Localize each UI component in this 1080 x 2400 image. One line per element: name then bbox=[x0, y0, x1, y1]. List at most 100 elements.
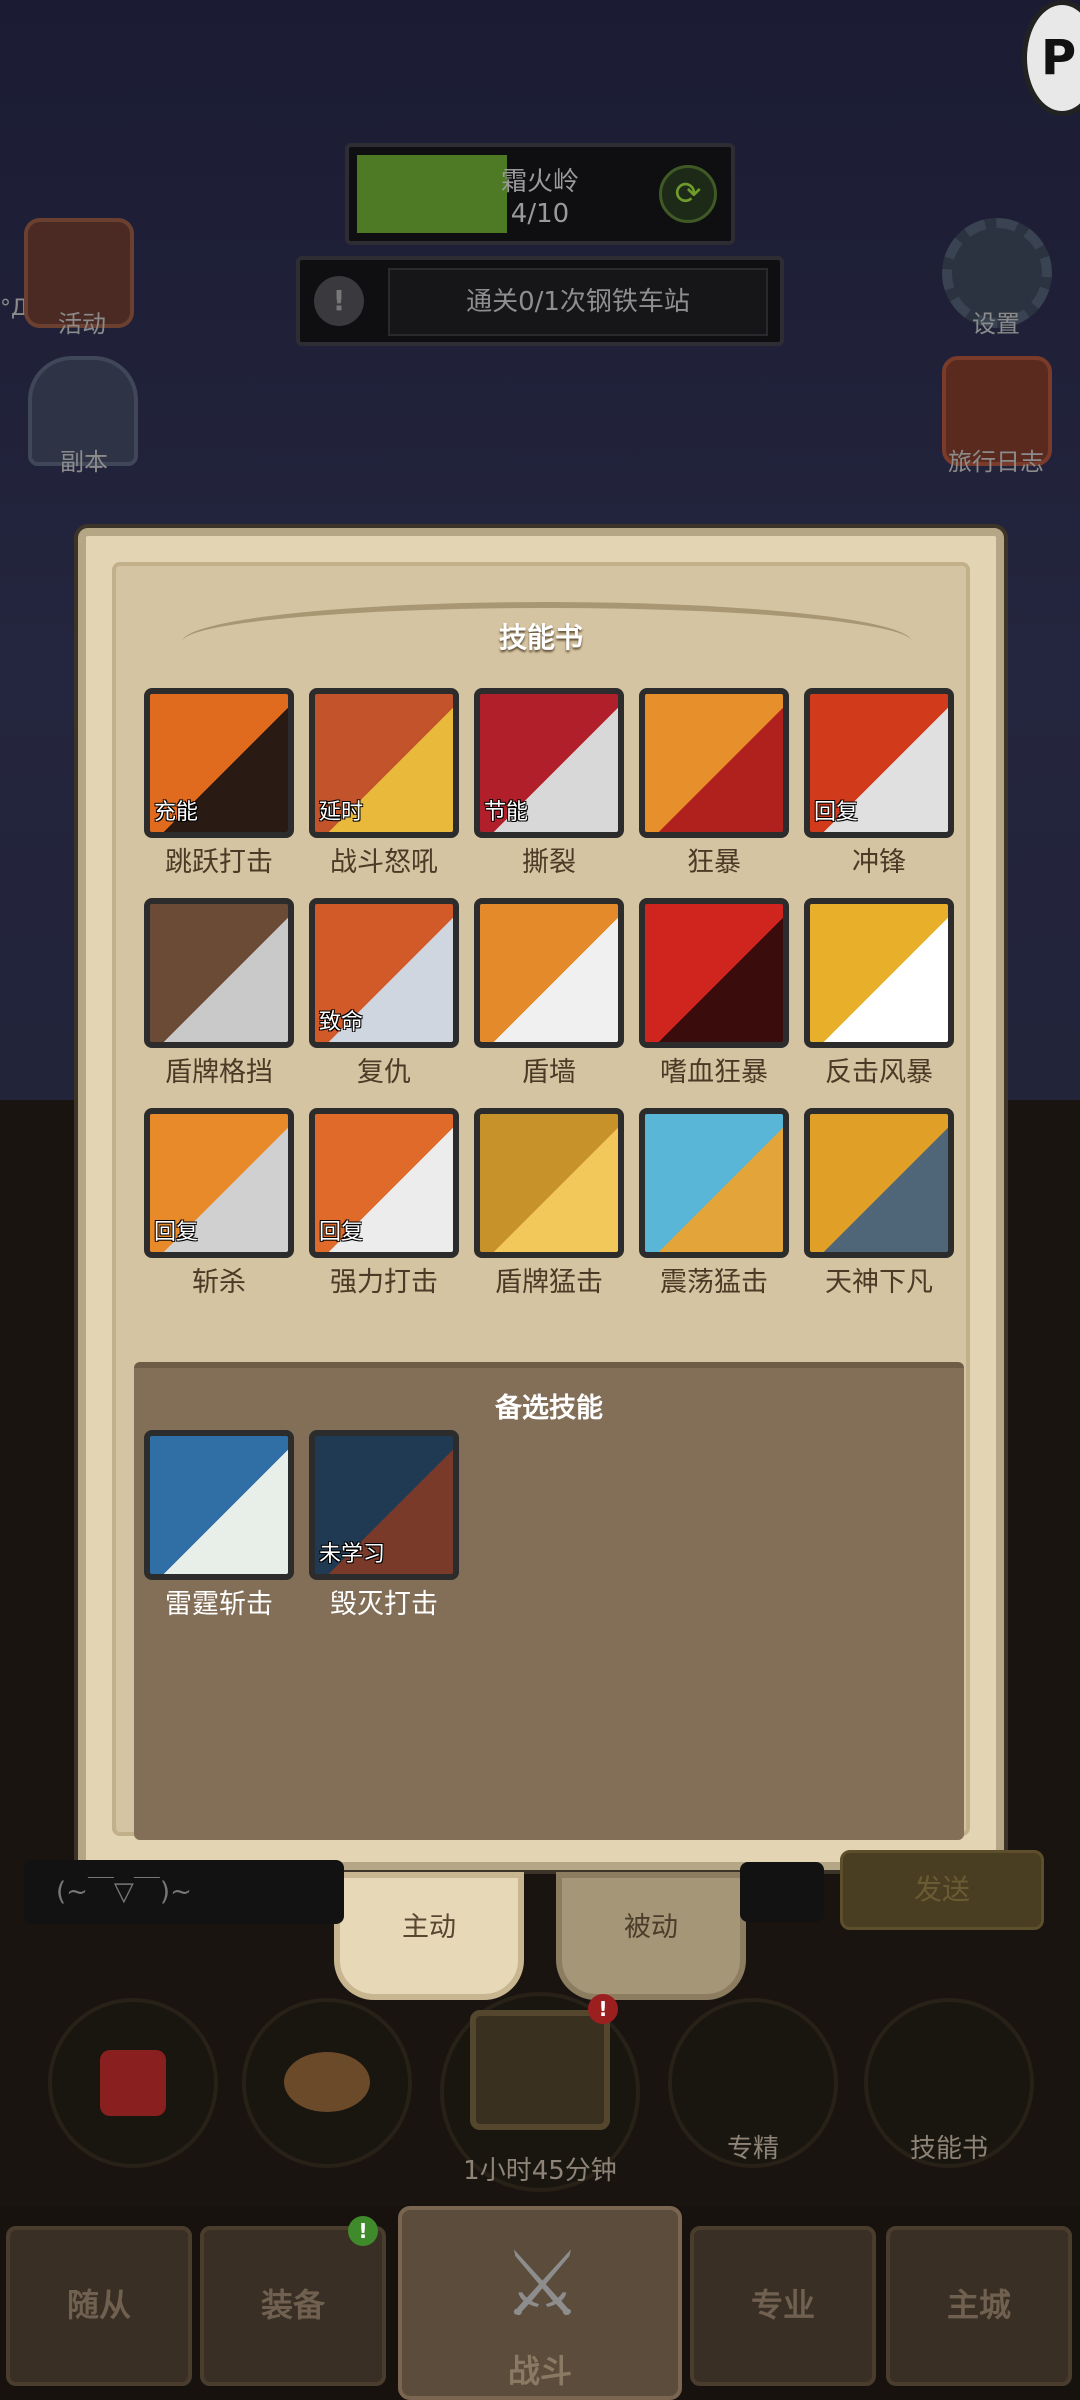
specialization-label: 专精 bbox=[726, 2134, 779, 2164]
shield-block-icon bbox=[144, 898, 294, 1048]
chat-input[interactable]: (~￣▽￣)~ bbox=[24, 1860, 344, 1924]
skill-execute[interactable]: 回复 斩杀 bbox=[144, 1108, 294, 1299]
potion-graphic bbox=[100, 2050, 166, 2116]
skill-name: 毁灭打击 bbox=[330, 1589, 438, 1620]
thunder-slash-icon bbox=[144, 1430, 294, 1580]
skill-retaliation[interactable]: 反击风暴 bbox=[804, 898, 954, 1089]
nav-battle[interactable]: ⚔ 战斗 bbox=[398, 2206, 682, 2400]
charge-icon: 回复 bbox=[804, 688, 954, 838]
skill-name: 复仇 bbox=[357, 1057, 411, 1088]
shield-wall-icon bbox=[474, 898, 624, 1048]
nav-profession[interactable]: 专业 bbox=[690, 2226, 876, 2386]
skill-name: 强力打击 bbox=[330, 1267, 438, 1298]
skill-name: 反击风暴 bbox=[825, 1057, 933, 1088]
power-strike-icon: 回复 bbox=[309, 1108, 459, 1258]
dialog-parchment: 技能书 充能 跳跃打击 延时 战斗怒吼 节能 撕裂 狂暴 回复 冲锋 盾牌格挡 致命 复仇 盾墙 嗜血狂暴… bbox=[112, 562, 970, 1840]
berserk-icon bbox=[639, 688, 789, 838]
quest-text: 通关0/1次钢铁车站 bbox=[388, 268, 768, 336]
shield-wall-icon-art bbox=[480, 904, 618, 1042]
skill-rend[interactable]: 节能撕裂 bbox=[474, 688, 624, 879]
nav-profession-label: 专业 bbox=[750, 2286, 815, 2324]
alert-icon: ! bbox=[314, 276, 364, 326]
skill-leap-strike[interactable]: 充能跳跃打击 bbox=[144, 688, 294, 879]
shield-block-icon-art bbox=[150, 904, 288, 1042]
skill-shield-block[interactable]: 盾牌格挡 bbox=[144, 898, 294, 1089]
bloodthirst-icon-art bbox=[645, 904, 783, 1042]
retaliation-icon-art bbox=[810, 904, 948, 1042]
bloodthirst-icon bbox=[639, 898, 789, 1048]
event-label: 活动 bbox=[58, 310, 106, 338]
skill-name: 冲锋 bbox=[852, 847, 906, 878]
skill-name: 盾牌格挡 bbox=[165, 1057, 273, 1088]
skill-name: 战斗怒吼 bbox=[330, 847, 438, 878]
skill-tag: 节能 bbox=[484, 800, 529, 825]
crossed-swords-icon: ⚔ bbox=[502, 2232, 583, 2337]
chest-timer: 1小时45分钟 bbox=[463, 2156, 617, 2186]
skill-name: 斩杀 bbox=[192, 1267, 246, 1298]
bread-graphic bbox=[284, 2052, 370, 2112]
nav-main-city-label: 主城 bbox=[946, 2286, 1011, 2324]
tab-active-skills[interactable]: 主动 bbox=[334, 1872, 524, 2000]
skill-name: 雷霆斩击 bbox=[165, 1589, 273, 1620]
execute-icon: 回复 bbox=[144, 1108, 294, 1258]
dialog-title: 技能书 bbox=[498, 621, 583, 654]
skill-charge[interactable]: 回复冲锋 bbox=[804, 688, 954, 879]
skill-avatar[interactable]: 天神下凡 bbox=[804, 1108, 954, 1299]
dungeon-label: 副本 bbox=[60, 448, 108, 476]
tab-passive-skills[interactable]: 被动 bbox=[556, 1872, 746, 2000]
rend-icon: 节能 bbox=[474, 688, 624, 838]
thunder-slash-icon-art bbox=[150, 1436, 288, 1574]
notification-badge: ! bbox=[348, 2216, 378, 2246]
bottom-nav: 随从 装备 ! ⚔ 战斗 专业 主城 bbox=[0, 2206, 1080, 2400]
journal-label: 旅行日志 bbox=[948, 448, 1044, 476]
skill-tag: 回复 bbox=[319, 1220, 364, 1245]
quest-tracker[interactable]: ! 通关0/1次钢铁车站 bbox=[296, 256, 784, 346]
skill-name: 跳跃打击 bbox=[165, 847, 273, 878]
skill-revenge[interactable]: 致命复仇 bbox=[309, 898, 459, 1089]
revenge-icon: 致命 bbox=[309, 898, 459, 1048]
skill-tag: 致命 bbox=[319, 1010, 364, 1035]
skill-tag: 延时 bbox=[319, 800, 364, 825]
nav-equipment[interactable]: 装备 bbox=[200, 2226, 386, 2386]
skill-bloodthirst[interactable]: 嗜血狂暴 bbox=[639, 898, 789, 1089]
skill-name: 狂暴 bbox=[687, 847, 741, 878]
nav-followers-label: 随从 bbox=[66, 2286, 131, 2324]
skill-name: 撕裂 bbox=[522, 847, 576, 878]
chest-graphic bbox=[470, 2010, 610, 2130]
tab-passive-label: 被动 bbox=[624, 1912, 678, 1943]
skill-book-label: 技能书 bbox=[909, 2134, 988, 2164]
refresh-icon[interactable]: ⟳ bbox=[659, 165, 717, 223]
skill-name: 震荡猛击 bbox=[660, 1267, 768, 1298]
berserk-icon-art bbox=[645, 694, 783, 832]
spare-skills-panel: 备选技能 雷霆斩击 未学习毁灭打击 bbox=[134, 1362, 964, 1840]
nav-main-city[interactable]: 主城 bbox=[886, 2226, 1072, 2386]
skill-power-strike[interactable]: 回复强力打击 bbox=[309, 1108, 459, 1299]
skill-concussion-blow[interactable]: 震荡猛击 bbox=[639, 1108, 789, 1299]
leap-strike-icon: 充能 bbox=[144, 688, 294, 838]
send-button[interactable]: 发送 bbox=[840, 1850, 1044, 1930]
skill-berserk[interactable]: 狂暴 bbox=[639, 688, 789, 879]
skill-name: 天神下凡 bbox=[825, 1267, 933, 1298]
skill-thunder-slash[interactable]: 雷霆斩击 bbox=[144, 1430, 294, 1621]
avatar-icon bbox=[804, 1108, 954, 1258]
skill-tag: 充能 bbox=[154, 800, 199, 825]
chat-bar bbox=[740, 1862, 824, 1922]
settings-label: 设置 bbox=[972, 310, 1020, 338]
skill-tag: 回复 bbox=[814, 800, 859, 825]
shield-slam-icon bbox=[474, 1108, 624, 1258]
skill-shield-wall[interactable]: 盾墙 bbox=[474, 898, 624, 1089]
nav-equipment-label: 装备 bbox=[260, 2286, 325, 2324]
concussion-blow-icon-art bbox=[645, 1114, 783, 1252]
spare-skills-title: 备选技能 bbox=[495, 1393, 603, 1424]
concussion-blow-icon bbox=[639, 1108, 789, 1258]
skill-shield-slam[interactable]: 盾牌猛击 bbox=[474, 1108, 624, 1299]
skill-battle-shout[interactable]: 延时战斗怒吼 bbox=[309, 688, 459, 879]
nav-battle-label: 战斗 bbox=[507, 2352, 572, 2390]
stage-progress: 霜火岭 4/10 ⟳ bbox=[345, 143, 735, 245]
skill-name: 盾墙 bbox=[522, 1057, 576, 1088]
skill-tag: 未学习 bbox=[319, 1542, 386, 1567]
skill-name: 盾牌猛击 bbox=[495, 1267, 603, 1298]
skill-devastate[interactable]: 未学习毁灭打击 bbox=[309, 1430, 459, 1621]
nav-followers[interactable]: 随从 bbox=[6, 2226, 192, 2386]
devastate-icon: 未学习 bbox=[309, 1430, 459, 1580]
